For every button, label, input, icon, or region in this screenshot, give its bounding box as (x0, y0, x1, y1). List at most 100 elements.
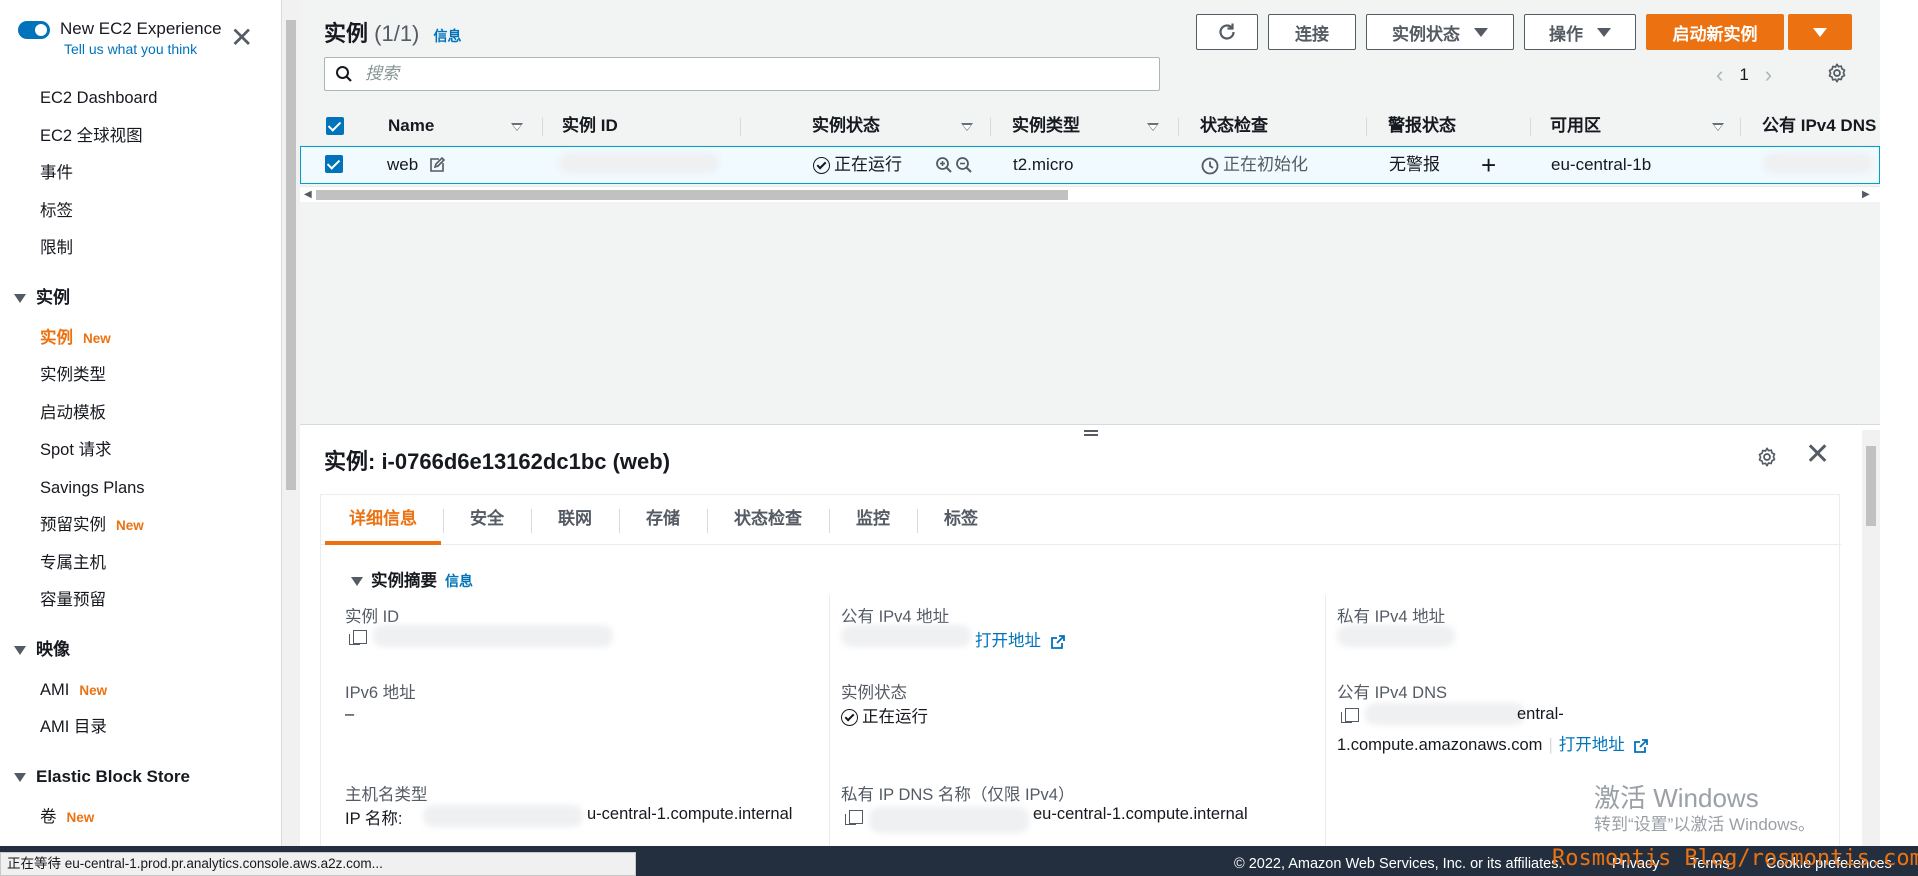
sort-icon[interactable] (1147, 123, 1159, 131)
tab-status-checks[interactable]: 状态检查 (709, 495, 827, 545)
zoom-in-icon[interactable] (935, 156, 953, 174)
actions-dropdown[interactable]: 操作 (1524, 14, 1636, 50)
column-instance-type[interactable]: 实例类型 (1012, 106, 1080, 146)
sidebar-item-volumes[interactable]: 卷 New (0, 799, 281, 837)
new-badge: New (79, 682, 108, 698)
column-instance-id[interactable]: 实例 ID (562, 106, 618, 146)
launch-dropdown-button[interactable] (1788, 14, 1852, 50)
copy-icon[interactable] (1341, 707, 1359, 723)
sidebar-item-capacity-reservations[interactable]: 容量预留 (0, 582, 281, 620)
sidebar-item-spot-requests[interactable]: Spot 请求 (0, 432, 281, 470)
copy-icon[interactable] (845, 809, 863, 825)
open-address-link[interactable]: 打开地址 (975, 627, 1066, 651)
scroll-left-icon[interactable]: ◀ (304, 189, 312, 200)
sidebar-item-ami-catalog[interactable]: AMI 目录 (0, 709, 281, 747)
caret-down-icon (1474, 27, 1488, 37)
sidebar-item-global-view[interactable]: EC2 全球视图 (0, 118, 281, 156)
sort-icon[interactable] (1712, 123, 1724, 131)
column-status-check[interactable]: 状态检查 (1200, 106, 1268, 146)
section-instance-summary[interactable]: 实例摘要 信息 (351, 567, 473, 591)
check-circle-icon (813, 157, 830, 175)
sidebar-section-images[interactable]: 映像 (0, 628, 281, 672)
edit-icon[interactable] (429, 157, 445, 173)
tab-monitoring[interactable]: 监控 (831, 495, 915, 545)
caret-down-icon (14, 772, 26, 782)
sidebar-item-launch-templates[interactable]: 启动模板 (0, 395, 281, 433)
caret-down-icon (1597, 27, 1611, 37)
label-instance-id: 实例 ID (345, 608, 400, 626)
current-page[interactable]: 1 (1739, 65, 1748, 85)
tab-tags[interactable]: 标签 (919, 495, 1003, 545)
row-checkbox[interactable] (325, 155, 343, 173)
column-public-dns[interactable]: 公有 IPv4 DNS (1762, 106, 1876, 146)
sidebar-section-instances[interactable]: 实例 (0, 276, 281, 320)
redacted-instance-id (373, 625, 613, 647)
tab-storage[interactable]: 存储 (621, 495, 705, 545)
gear-icon[interactable] (1826, 62, 1848, 84)
open-address-link[interactable]: 打开地址 (1559, 736, 1625, 754)
sidebar-item-instance-types[interactable]: 实例类型 (0, 357, 281, 395)
page-scrollbar[interactable] (1880, 0, 1918, 846)
search-icon (336, 66, 352, 82)
column-name[interactable]: Name (388, 106, 434, 146)
search-input[interactable] (365, 61, 1145, 87)
copy-icon[interactable] (349, 629, 367, 645)
close-sidebar-icon[interactable]: ✕ (230, 24, 253, 52)
select-all-checkbox[interactable] (326, 117, 344, 135)
column-availability-zone[interactable]: 可用区 (1550, 106, 1601, 146)
close-icon[interactable]: ✕ (1805, 440, 1830, 470)
launch-instances-button[interactable]: 启动新实例 (1646, 14, 1784, 50)
label-private-dns: 私有 IP DNS 名称（仅限 IPv4） (841, 786, 1075, 804)
sort-icon[interactable] (511, 123, 523, 131)
value-ip-name: u-central-1.compute.internal (587, 805, 793, 823)
redacted-public-dns (1763, 153, 1873, 173)
search-box[interactable] (324, 57, 1160, 91)
label-hostname-type: 主机名类型 (345, 786, 428, 804)
panel-splitter[interactable] (300, 424, 1880, 440)
next-page-icon[interactable]: › (1765, 62, 1772, 88)
add-alarm-icon[interactable]: + (1481, 147, 1496, 183)
tab-networking[interactable]: 联网 (533, 495, 617, 545)
label-public-dns: 公有 IPv4 DNS (1337, 684, 1448, 702)
info-link[interactable]: 信息 (434, 28, 462, 44)
value-private-dns: eu-central-1.compute.internal (1033, 805, 1248, 823)
external-link-icon[interactable] (1633, 738, 1649, 754)
sidebar-item-reserved-instances[interactable]: 预留实例 New (0, 507, 281, 545)
app: New EC2 Experience Tell us what you thin… (0, 0, 1918, 876)
sidebar-item-events[interactable]: 事件 (0, 155, 281, 193)
column-alarm-status[interactable]: 警报状态 (1388, 106, 1456, 146)
info-link[interactable]: 信息 (445, 573, 473, 589)
sidebar-nav: EC2 Dashboard EC2 全球视图 事件 标签 限制 实例 实例 New… (0, 80, 281, 837)
instance-state-dropdown[interactable]: 实例状态 (1366, 14, 1514, 50)
sidebar-scrollbar[interactable] (282, 0, 300, 846)
sidebar-item-tags[interactable]: 标签 (0, 193, 281, 231)
tab-details[interactable]: 详细信息 (325, 495, 441, 545)
tab-security[interactable]: 安全 (445, 495, 529, 545)
caret-down-icon (14, 645, 26, 655)
sidebar-item-ami[interactable]: AMI New (0, 672, 281, 710)
instance-count: (1/1) (374, 21, 420, 46)
column-instance-state[interactable]: 实例状态 (812, 106, 880, 146)
table-row[interactable]: web 正在运行 t2.micro 正在初始化 无警报 + eu-central… (300, 146, 1880, 184)
refresh-button[interactable] (1196, 14, 1258, 50)
label-private-ipv4: 私有 IPv4 地址 (1337, 608, 1446, 626)
gear-icon[interactable] (1756, 446, 1778, 468)
table-horizontal-scrollbar[interactable]: ◀ ▶ (300, 186, 1880, 202)
new-experience-toggle[interactable] (18, 21, 50, 39)
new-experience-toggle-row: New EC2 Experience Tell us what you thin… (18, 18, 222, 58)
prev-page-icon[interactable]: ‹ (1716, 62, 1723, 88)
sidebar-item-savings-plans[interactable]: Savings Plans (0, 470, 281, 508)
drag-handle-icon[interactable] (1084, 430, 1098, 436)
sidebar-item-ec2-dashboard[interactable]: EC2 Dashboard (0, 80, 281, 118)
detail-tabs: 详细信息 安全 联网 存储 状态检查 监控 标签 (321, 495, 1841, 545)
scroll-right-icon[interactable]: ▶ (1862, 189, 1870, 200)
sort-icon[interactable] (961, 123, 973, 131)
feedback-link[interactable]: Tell us what you think (64, 40, 222, 58)
sidebar-item-instances[interactable]: 实例 New (0, 320, 281, 358)
sidebar-item-dedicated-hosts[interactable]: 专属主机 (0, 545, 281, 583)
sidebar-item-limits[interactable]: 限制 (0, 230, 281, 268)
detail-scrollbar[interactable] (1862, 430, 1880, 846)
connect-button[interactable]: 连接 (1268, 14, 1356, 50)
zoom-out-icon[interactable] (955, 156, 973, 174)
sidebar-section-ebs[interactable]: Elastic Block Store (0, 755, 281, 799)
